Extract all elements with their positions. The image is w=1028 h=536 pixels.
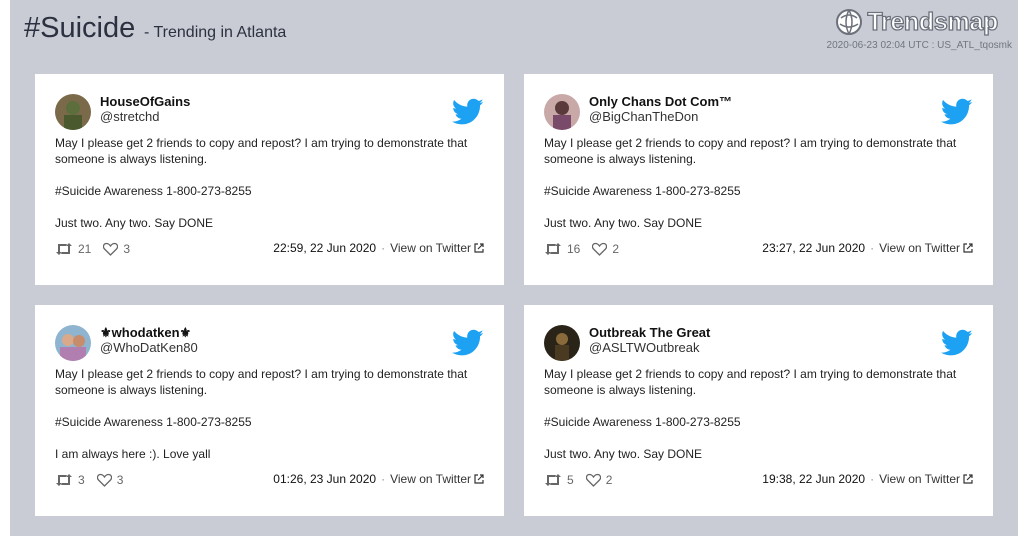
tweet-line: Just two. Any two. Say DONE — [544, 447, 703, 461]
twitter-bird-icon[interactable] — [452, 98, 484, 126]
retweet-icon — [545, 474, 561, 486]
tweet-card: ⚜whodatken⚜ @WhoDatKen80 May I please ge… — [35, 305, 504, 516]
avatar[interactable] — [544, 94, 580, 130]
globe-icon — [836, 9, 863, 35]
avatar[interactable] — [55, 325, 91, 361]
retweet-icon — [545, 243, 561, 255]
page-subtitle: - Trending in Atlanta — [144, 24, 287, 41]
external-link-icon[interactable] — [963, 474, 973, 484]
tweet-footer: 19:38, 22 Jun 2020 · View on Twitter — [762, 472, 973, 486]
external-link-icon[interactable] — [963, 243, 973, 253]
like-count: 2 — [612, 242, 620, 256]
author-name[interactable]: HouseOfGains — [100, 94, 190, 109]
tweet-hashtag-line: #Suicide Awareness 1-800-273-8255 — [544, 184, 741, 198]
like-count: 3 — [123, 242, 131, 256]
tweet-hashtag-line: #Suicide Awareness 1-800-273-8255 — [544, 415, 741, 429]
like-stat[interactable]: 3 — [96, 473, 124, 487]
separator-dot: · — [381, 472, 386, 486]
tweet-line: May I please get 2 friends to copy and r… — [55, 367, 468, 397]
external-link-icon[interactable] — [474, 243, 484, 253]
heart-icon — [96, 473, 112, 487]
tweet-timestamp[interactable]: 23:27, 22 Jun 2020 — [762, 241, 865, 255]
tweet-line: May I please get 2 friends to copy and r… — [544, 367, 957, 397]
tweet-card: Outbreak The Great @ASLTWOutbreak May I … — [524, 305, 993, 516]
timestamp-meta: 2020-06-23 02:04 UTC : US_ATL_tqosmk — [826, 40, 1012, 51]
retweet-count: 3 — [78, 473, 85, 487]
tweet-card: HouseOfGains @stretchd May I please get … — [35, 74, 504, 285]
tweet-line: May I please get 2 friends to copy and r… — [55, 136, 468, 166]
author-name[interactable]: Only Chans Dot Com™ — [589, 94, 732, 109]
view-on-twitter-link[interactable]: View on Twitter — [390, 241, 471, 255]
tweet-timestamp[interactable]: 01:26, 23 Jun 2020 — [273, 472, 376, 486]
retweet-stat[interactable]: 21 — [55, 242, 91, 256]
retweet-count: 16 — [567, 242, 581, 256]
avatar[interactable] — [544, 325, 580, 361]
page-title: #Suicide — [24, 12, 136, 44]
tweet-stats: 3 3 — [55, 473, 135, 487]
trendsmap-logo[interactable]: Trendsmap — [835, 6, 999, 38]
external-link-icon[interactable] — [474, 474, 484, 484]
twitter-bird-icon[interactable] — [941, 98, 973, 126]
avatar[interactable] — [55, 94, 91, 130]
tweet-text: May I please get 2 friends to copy and r… — [55, 366, 485, 478]
retweet-icon — [56, 474, 72, 486]
retweet-stat[interactable]: 5 — [544, 473, 574, 487]
retweet-stat[interactable]: 3 — [55, 473, 85, 487]
author-handle[interactable]: @ASLTWOutbreak — [589, 340, 700, 355]
author-name[interactable]: Outbreak The Great — [589, 325, 710, 340]
separator-dot: · — [870, 472, 875, 486]
retweet-count: 21 — [78, 242, 92, 256]
author-handle[interactable]: @BigChanTheDon — [589, 109, 698, 124]
tweet-stats: 21 3 — [55, 242, 142, 256]
page-frame: #Suicide - Trending in Atlanta Trendsmap… — [10, 0, 1018, 536]
heart-icon — [103, 242, 119, 256]
author-handle[interactable]: @WhoDatKen80 — [100, 340, 198, 355]
tweet-line: I am always here :). Love yall — [55, 447, 211, 461]
heart-icon — [592, 242, 608, 256]
tweet-hashtag-line: #Suicide Awareness 1-800-273-8255 — [55, 415, 252, 429]
like-stat[interactable]: 2 — [585, 473, 613, 487]
tweet-timestamp[interactable]: 22:59, 22 Jun 2020 — [273, 241, 376, 255]
twitter-bird-icon[interactable] — [452, 329, 484, 357]
view-on-twitter-link[interactable]: View on Twitter — [390, 472, 471, 486]
view-on-twitter-link[interactable]: View on Twitter — [879, 472, 960, 486]
heart-icon — [585, 473, 601, 487]
author-handle[interactable]: @stretchd — [100, 109, 159, 124]
tweet-card: Only Chans Dot Com™ @BigChanTheDon May I… — [524, 74, 993, 285]
tweet-line: May I please get 2 friends to copy and r… — [544, 136, 957, 166]
tweet-hashtag-line: #Suicide Awareness 1-800-273-8255 — [55, 184, 252, 198]
brand-name: Trendsmap — [867, 7, 999, 36]
tweet-text: May I please get 2 friends to copy and r… — [544, 366, 974, 478]
view-on-twitter-link[interactable]: View on Twitter — [879, 241, 960, 255]
tweet-text: May I please get 2 friends to copy and r… — [544, 135, 974, 247]
tweet-stats: 16 2 — [544, 242, 631, 256]
tweet-timestamp[interactable]: 19:38, 22 Jun 2020 — [762, 472, 865, 486]
twitter-bird-icon[interactable] — [941, 329, 973, 357]
tweet-footer: 23:27, 22 Jun 2020 · View on Twitter — [762, 241, 973, 255]
separator-dot: · — [381, 241, 386, 255]
tweet-footer: 01:26, 23 Jun 2020 · View on Twitter — [273, 472, 484, 486]
like-count: 2 — [605, 473, 613, 487]
retweet-icon — [56, 243, 72, 255]
tweet-line: Just two. Any two. Say DONE — [55, 216, 214, 230]
like-stat[interactable]: 2 — [592, 242, 619, 256]
retweet-stat[interactable]: 16 — [544, 242, 580, 256]
like-count: 3 — [116, 473, 124, 487]
tweet-text: May I please get 2 friends to copy and r… — [55, 135, 485, 247]
separator-dot: · — [870, 241, 875, 255]
tweet-footer: 22:59, 22 Jun 2020 · View on Twitter — [273, 241, 484, 255]
author-name[interactable]: ⚜whodatken⚜ — [100, 325, 191, 341]
like-stat[interactable]: 3 — [103, 242, 130, 256]
retweet-count: 5 — [567, 473, 574, 487]
tweet-stats: 5 2 — [544, 473, 624, 487]
tweet-line: Just two. Any two. Say DONE — [544, 216, 703, 230]
